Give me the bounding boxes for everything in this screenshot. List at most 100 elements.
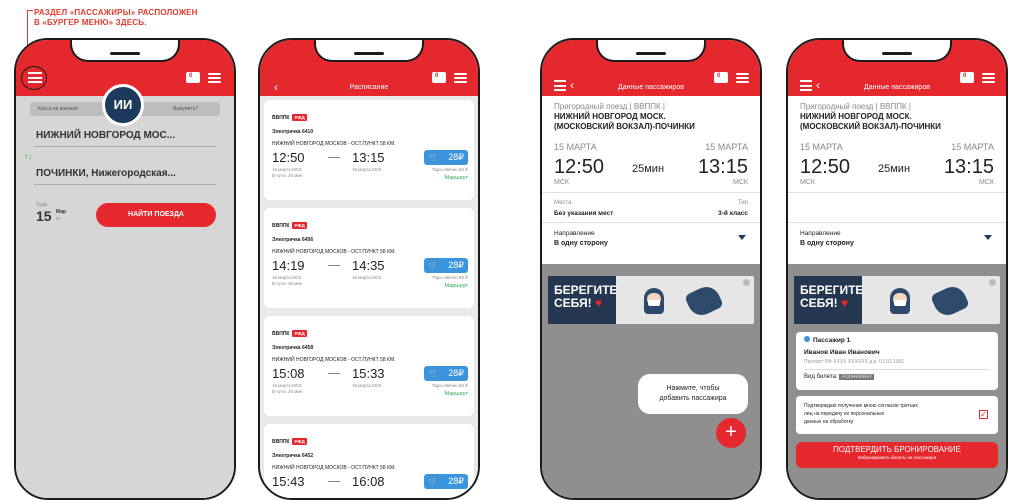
checkbox-icon[interactable]: ✓ xyxy=(979,410,988,419)
page-title: Расписание xyxy=(349,84,389,91)
from-station-input[interactable]: НИЖНИЙ НОВГОРОД МОС... xyxy=(36,130,175,141)
cart-icon: 🛒 xyxy=(428,153,438,162)
filter-icon[interactable] xyxy=(454,73,467,83)
duration: 25мин xyxy=(632,163,665,175)
direction-label: Направление xyxy=(554,230,595,237)
rzd-logo: РЖД xyxy=(292,222,307,229)
seat-info: Тарь-свечно 58 ₽ xyxy=(431,167,468,172)
confirm-booking-button[interactable]: ПОДТВЕРДИТЬ БРОНИРОВАНИЕ Забронировать б… xyxy=(796,442,998,468)
filter-icon[interactable] xyxy=(208,73,221,83)
route-link[interactable]: Маршрут xyxy=(445,283,468,289)
filter-icon[interactable] xyxy=(736,73,749,83)
cart-icon[interactable]: 0 xyxy=(960,72,974,83)
passport-info: Паспорт РФ XXXX XXXXXX д.р. 01.02.1991 xyxy=(804,359,905,365)
cart-icon[interactable]: 0 xyxy=(432,72,446,83)
promo-banner[interactable]: БЕРЕГИТЕ СЕБЯ! ♥ xyxy=(794,276,1000,324)
page-title: Данные пассажиров xyxy=(864,84,930,91)
passenger-name: Иванов Иван Иванович xyxy=(804,349,880,356)
arrival-time: 13:15 xyxy=(352,150,385,165)
consent-line-3: данных на обработку xyxy=(804,419,854,425)
arrival-time: 13:15 xyxy=(697,156,748,178)
dropdown-arrow-icon xyxy=(984,235,992,240)
departure-tz: МСК xyxy=(554,179,569,186)
train-card[interactable]: ВВППК РЖД Электричка 6410 НИЖНИЙ НОВГОРОД… xyxy=(264,100,474,200)
masked-person-icon xyxy=(644,288,664,314)
train-route: НИЖНИЙ НОВГОРОД МОСКОВ - ОСТ.ПУНКТ 58 КМ… xyxy=(272,249,396,255)
date-weekday: Вт xyxy=(56,216,61,221)
avatar[interactable]: ИИ xyxy=(102,84,144,126)
time-dash xyxy=(328,481,340,482)
confirm-label: ПОДТВЕРДИТЬ БРОНИРОВАНИЕ xyxy=(833,445,961,454)
hint-line-2: добавить пассажира xyxy=(659,395,727,402)
train-card[interactable]: ВВППК РЖД Электричка 6458 НИЖНИЙ НОВГОРОД… xyxy=(264,316,474,416)
hint-tooltip: Нажмите, чтобы добавить пассажира xyxy=(638,374,748,414)
to-station-input[interactable]: ПОЧИНКИ, Нижегородская... xyxy=(36,168,176,179)
train-list: ВВППК РЖД Электричка 6410 НИЖНИЙ НОВГОРОД… xyxy=(260,96,478,498)
train-card[interactable]: ВВППК РЖД Электричка 6456 НИЖНИЙ НОВГОРОД… xyxy=(264,208,474,308)
seats-label: Места xyxy=(554,200,572,206)
speaker xyxy=(882,52,912,55)
date-month: Мар xyxy=(56,209,67,215)
consent-box[interactable]: Подтверждаю получение мною согласия трет… xyxy=(796,396,998,434)
train-number: Электричка 6456 xyxy=(272,237,314,243)
masked-person-icon xyxy=(890,288,910,314)
price-button[interactable]: 🛒 28₽ xyxy=(424,366,468,381)
promo-banner[interactable]: БЕРЕГИТЕ СЕБЯ! ♥ xyxy=(548,276,754,324)
direction-select[interactable]: Направление В одну сторону xyxy=(542,223,760,261)
time-dash xyxy=(328,265,340,266)
seat-info: Тарь-свечно 58 ₽ xyxy=(431,383,468,388)
phone-notch xyxy=(842,40,952,62)
arrival-time: 14:35 xyxy=(352,258,385,273)
to-underline xyxy=(34,184,216,185)
consent-line-1: Подтверждаю получение мною согласия трет… xyxy=(804,403,918,409)
arrival-time: 13:15 xyxy=(943,156,994,178)
find-trains-button[interactable]: НАЙТИ ПОЕЗДА xyxy=(96,203,216,227)
cart-icon[interactable]: 0 xyxy=(186,72,200,83)
route-link[interactable]: Маршрут xyxy=(445,391,468,397)
price-button[interactable]: 🛒 28₽ xyxy=(424,150,468,165)
train-number: Электричка 6458 xyxy=(272,345,314,351)
dim-overlay: БЕРЕГИТЕ СЕБЯ! ♥ Пассажир 1 Иванов Иван И… xyxy=(788,264,1006,498)
close-icon[interactable] xyxy=(989,279,996,286)
route-link[interactable]: Маршрут xyxy=(445,175,468,181)
date-day: 15 xyxy=(36,208,52,224)
close-icon[interactable] xyxy=(743,279,750,286)
departure-date: 15 марта xyxy=(272,167,291,172)
seats-value: Без указания мест xyxy=(554,210,614,217)
search-screen: Касса на вокзале Выкупить? НИЖНИЙ НОВГОР… xyxy=(16,96,234,498)
passenger-card[interactable]: Пассажир 1 Иванов Иван Иванович Паспорт … xyxy=(796,332,998,390)
train-card[interactable]: ВВППК РЖД Электричка 6452 НИЖНИЙ НОВГОРОД… xyxy=(264,424,474,498)
tab-buy[interactable]: Выкупить? xyxy=(173,106,198,112)
train-route: НИЖНИЙ НОВГОРОД МОСКОВ - ОСТ.ПУНКТ 58 КМ… xyxy=(272,465,396,471)
ticket-type-value[interactable]: Абонемент xyxy=(839,374,875,380)
page-title: Данные пассажиров xyxy=(618,84,684,91)
date-picker[interactable]: 15 Мар Вт xyxy=(36,208,66,226)
departure-date: 15 марта xyxy=(272,275,291,280)
duration: В пути: 25 мин xyxy=(272,389,303,394)
hint-line-1: Нажмите, чтобы xyxy=(666,385,720,392)
dim-overlay: БЕРЕГИТЕ СЕБЯ! ♥ Нажмите, чтобы добавить … xyxy=(542,264,760,498)
price-button[interactable]: 🛒 28₽ xyxy=(424,474,468,489)
price-button[interactable]: 🛒 28₽ xyxy=(424,258,468,273)
rzd-logo: РЖД xyxy=(292,438,307,445)
rzd-logo: РЖД xyxy=(292,114,307,121)
departure-time: 12:50 xyxy=(800,156,851,178)
train-route: НИЖНИЙ НОВГОРОД МОСКОВ - ОСТ.ПУНКТ 58 КМ… xyxy=(272,357,396,363)
speaker xyxy=(110,52,140,55)
train-number: Электричка 6452 xyxy=(272,453,314,459)
filter-icon[interactable] xyxy=(982,73,995,83)
duration: В пути: 25 мин xyxy=(272,173,303,178)
tab-station[interactable]: Касса на вокзале xyxy=(38,106,78,112)
add-passenger-button[interactable]: + xyxy=(716,418,746,448)
passenger-screen: Пригородный поезд | ВВППК | НИЖНИЙ НОВГО… xyxy=(788,96,1006,498)
departure-time: 12:50 xyxy=(554,156,605,178)
direction-select[interactable]: Направление В одну сторону xyxy=(788,223,1006,261)
swap-icon[interactable]: ↑↓ xyxy=(24,152,32,161)
speaker xyxy=(636,52,666,55)
cart-icon[interactable]: 0 xyxy=(714,72,728,83)
train-route: НИЖНИЙ НОВГОРОД МОСКОВ - ОСТ.ПУНКТ 58 КМ… xyxy=(272,141,396,147)
direction-value: В одну сторону xyxy=(554,240,608,247)
banner-text: БЕРЕГИТЕ СЕБЯ! ♥ xyxy=(548,276,617,324)
from-underline xyxy=(34,146,216,147)
glove-icon xyxy=(930,282,970,320)
